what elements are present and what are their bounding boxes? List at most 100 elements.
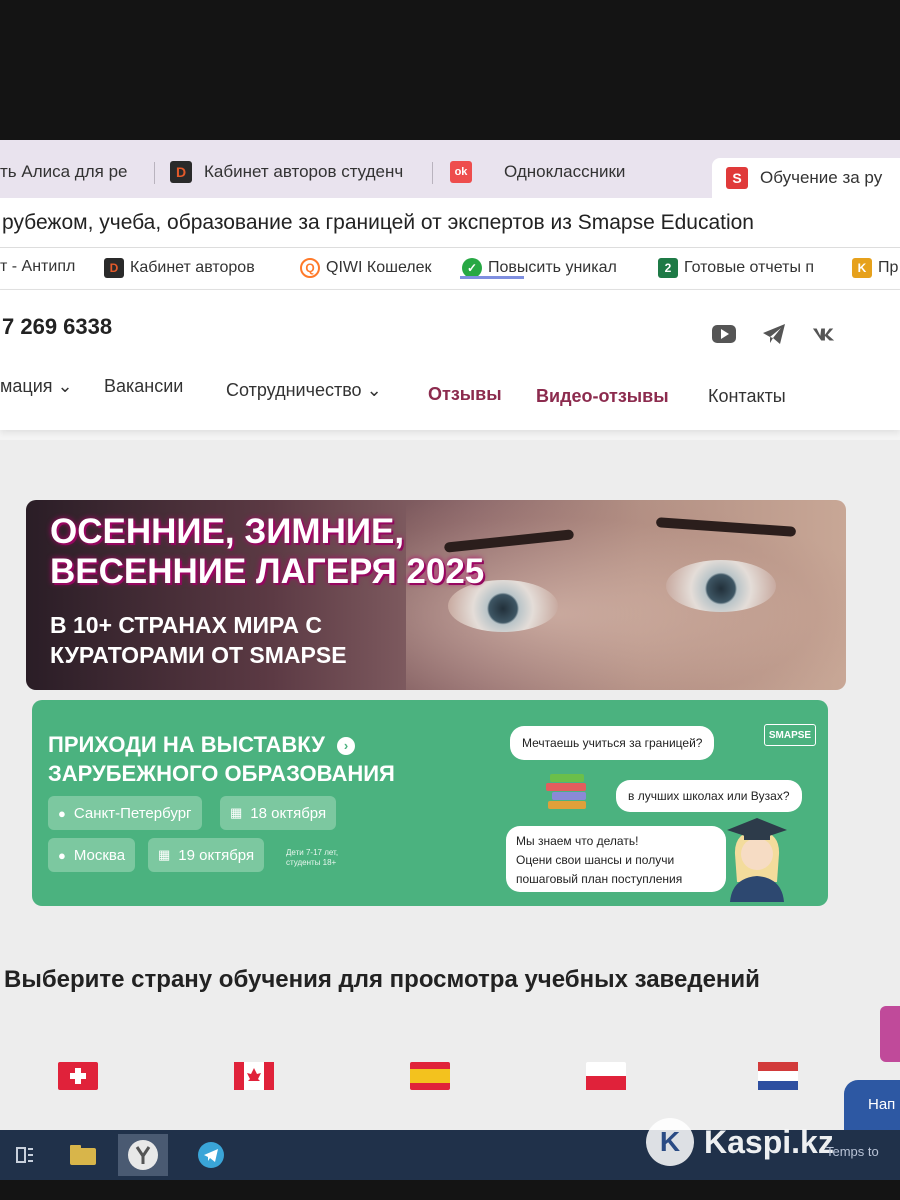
tab-separator <box>432 162 433 184</box>
arrow-right-icon: › <box>337 737 356 756</box>
nav-information[interactable]: мация ⌄ <box>0 376 73 397</box>
nav-label: Видео-отзывы <box>536 386 669 406</box>
country-section-title: Выберите страну обучения для просмотра у… <box>4 966 760 993</box>
bookmark-label: Повысить уникал <box>488 259 617 276</box>
tab-label: Обучение за ру <box>760 168 883 187</box>
nav-cooperation[interactable]: Сотрудничество ⌄ <box>226 380 382 401</box>
flag-russia-icon[interactable] <box>586 1062 626 1090</box>
banner-subtitle-line: КУРАТОРАМИ ОТ SMAPSE <box>50 642 347 668</box>
books-icon <box>546 772 590 809</box>
bubble-line: Мы знаем что делать! <box>516 834 639 848</box>
qiwi-icon: Q <box>300 258 320 278</box>
bookmark-label: Пр <box>878 259 899 276</box>
bookmark-uniqueness[interactable]: ✓ Повысить уникал <box>462 258 617 278</box>
exhibition-title-line: ЗАРУБЕЖНОГО ОБРАЗОВАНИЯ <box>48 761 395 786</box>
city-label: Санкт-Петербург <box>73 804 192 822</box>
bookmark-reports[interactable]: 2 Готовые отчеты п <box>658 258 814 278</box>
nav-contacts[interactable]: Контакты <box>708 386 786 407</box>
tab-label: Одноклассники <box>504 162 626 181</box>
phone-number[interactable]: 7 269 6338 <box>2 314 112 340</box>
bookmark-label: QIWI Кошелек <box>326 259 432 276</box>
exhibition-title: ПРИХОДИ НА ВЫСТАВКУ › ЗАРУБЕЖНОГО ОБРАЗО… <box>48 730 395 788</box>
bookmark-antiplagiat[interactable]: т - Антипл <box>0 258 75 276</box>
date-label: 19 октября <box>178 846 255 864</box>
check-icon: ✓ <box>462 258 482 278</box>
nav-label: Сотрудничество <box>226 380 362 400</box>
exhibition-banner[interactable]: ПРИХОДИ НА ВЫСТАВКУ › ЗАРУБЕЖНОГО ОБРАЗО… <box>32 700 828 906</box>
nav-vacancies[interactable]: Вакансии <box>104 376 183 397</box>
screen: ть Алиса для ре D Кабинет авторов студен… <box>0 140 900 1180</box>
k-icon: K <box>852 258 872 278</box>
banner-subtitle-line: В 10+ СТРАНАХ МИРА С <box>50 612 322 638</box>
location-pin-icon: ● <box>58 847 66 863</box>
site-header: 7 269 6338 мация ⌄ Вакансии Сотрудничест… <box>0 290 900 430</box>
chat-bubble-plan: Мы знаем что делать! Оцени свои шансы и … <box>506 826 726 892</box>
odnoklassniki-icon: ok <box>450 161 472 183</box>
tab-label: ть Алиса для ре <box>0 162 128 181</box>
task-view-icon[interactable] <box>0 1134 50 1176</box>
authors-cabinet-icon: D <box>104 258 124 278</box>
city-pill-moscow: ● Москва <box>48 838 136 872</box>
side-widget-tab[interactable] <box>880 1006 900 1062</box>
chat-bubble-dream: Мечтаешь учиться за границей? <box>510 726 715 760</box>
file-explorer-icon[interactable] <box>58 1134 108 1176</box>
calendar-icon: ▦ <box>158 847 171 862</box>
date-label: 18 октября <box>250 804 327 822</box>
bookmark-label: Готовые отчеты п <box>684 259 815 276</box>
nav-video-reviews[interactable]: Видео-отзывы <box>536 386 669 407</box>
bookmark-authors-cabinet[interactable]: D Кабинет авторов <box>104 258 255 278</box>
city-pill-spb: ● Санкт-Петербург <box>48 796 202 830</box>
graduate-avatar-icon <box>727 818 787 902</box>
bookmark-label: Кабинет авторов <box>130 259 255 276</box>
bookmark-label: т - Антипл <box>0 258 76 275</box>
banner-subtitle: В 10+ СТРАНАХ МИРА С КУРАТОРАМИ ОТ SMAPS… <box>50 610 347 670</box>
youtube-icon[interactable] <box>712 322 736 346</box>
flag-netherlands-icon[interactable] <box>758 1062 798 1090</box>
banner-title-line: ВЕСЕННИЕ ЛАГЕРЯ 2025 <box>50 552 485 591</box>
authors-cabinet-icon: D <box>170 161 192 183</box>
chevron-down-icon: ⌄ <box>57 376 73 396</box>
calendar-icon: ▦ <box>230 805 243 820</box>
tab-authors-cabinet[interactable]: D Кабинет авторов студенч <box>170 154 420 190</box>
bookmark-qiwi[interactable]: Q QIWI Кошелек <box>300 258 432 278</box>
watermark-text: Kaspi.kz <box>704 1123 834 1160</box>
yandex-browser-icon[interactable] <box>118 1134 168 1176</box>
tab-smapse-active[interactable]: S Обучение за ру <box>712 158 900 198</box>
smapse-icon: S <box>726 167 748 189</box>
tab-separator <box>154 162 155 184</box>
nav-label: Отзывы <box>428 384 502 404</box>
chat-widget-label: Нап <box>868 1096 896 1113</box>
nav-label: мация <box>0 376 53 396</box>
bubble-line: Оцени свои шансы и получи <box>516 853 675 867</box>
camps-banner[interactable]: ОСЕННИЕ, ЗИМНИЕ, ВЕСЕННИЕ ЛАГЕРЯ 2025 В … <box>26 500 846 690</box>
tab-alice[interactable]: ть Алиса для ре <box>0 154 150 190</box>
bubble-line: пошаговый план поступления <box>516 872 683 886</box>
nav-label: Контакты <box>708 386 786 406</box>
telegram-icon[interactable] <box>762 322 786 346</box>
vk-icon[interactable] <box>812 322 836 346</box>
bookmarks-bar: т - Антипл D Кабинет авторов Q QIWI Коше… <box>0 248 900 290</box>
browser-tab-bar: ть Алиса для ре D Кабинет авторов студен… <box>0 140 900 198</box>
banner-photo-eye <box>666 560 776 612</box>
page-title-bar[interactable]: рубежом, учеба, образование за границей … <box>0 198 900 248</box>
flag-canada-icon[interactable] <box>234 1062 274 1090</box>
taskbar-tip: Temps to <box>826 1144 879 1159</box>
date-pill-spb: ▦ 18 октября <box>220 796 337 830</box>
kaspi-watermark: K Kaspi.kz <box>646 1118 834 1166</box>
smapse-logo: SMAPSE <box>764 724 816 746</box>
flag-switzerland-icon[interactable] <box>58 1062 98 1090</box>
nav-label: Вакансии <box>104 376 184 396</box>
exhibition-title-line: ПРИХОДИ НА ВЫСТАВКУ <box>48 732 325 757</box>
bookmark-pr[interactable]: K Пр <box>852 258 898 278</box>
nav-reviews[interactable]: Отзывы <box>428 384 502 405</box>
telegram-taskbar-icon[interactable] <box>186 1134 236 1176</box>
tab-odnoklassniki[interactable]: ok Одноклассники <box>450 154 700 190</box>
banner-title-line: ОСЕННИЕ, ЗИМНИЕ, <box>50 512 405 551</box>
nav-active-indicator <box>460 276 524 279</box>
chevron-down-icon: ⌄ <box>366 380 382 400</box>
main-content: ОСЕННИЕ, ЗИМНИЕ, ВЕСЕННИЕ ЛАГЕРЯ 2025 В … <box>0 440 900 1180</box>
page-title: рубежом, учеба, образование за границей … <box>2 210 754 234</box>
flag-spain-icon[interactable] <box>410 1062 450 1090</box>
kaspi-logo-icon: K <box>646 1118 694 1166</box>
chat-bubble-schools: в лучших школах или Вузах? <box>616 780 802 812</box>
